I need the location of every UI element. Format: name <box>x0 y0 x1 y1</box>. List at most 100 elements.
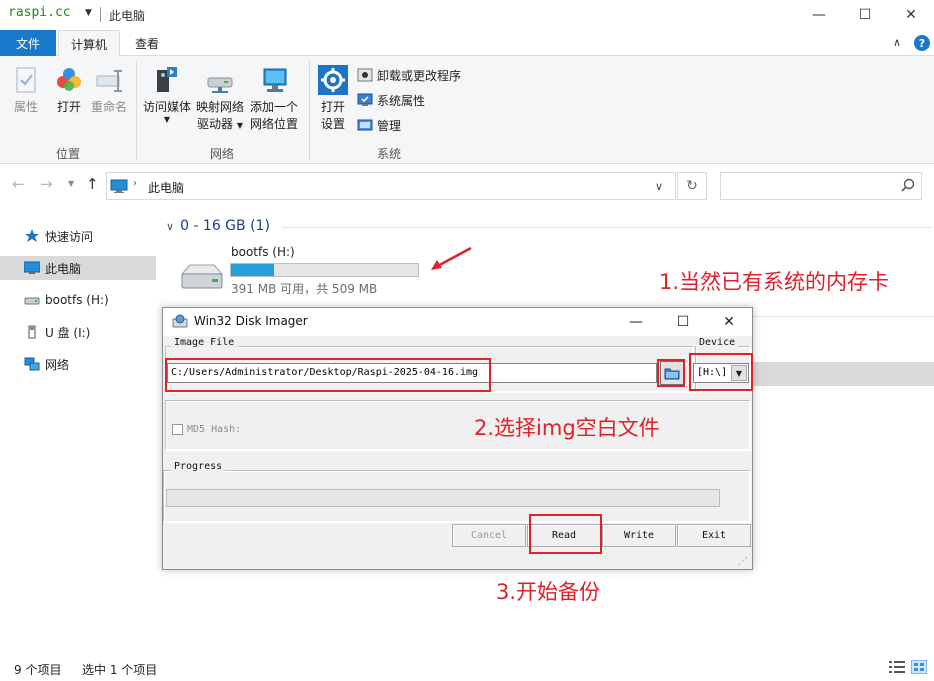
exit-button[interactable]: Exit <box>677 524 751 547</box>
selected-row-highlight[interactable] <box>752 362 934 386</box>
title-separator <box>100 7 101 22</box>
maximize-icon: ☐ <box>858 7 872 23</box>
add-location-label-2: 网络位置 <box>250 117 299 131</box>
recent-locations-chevron-icon[interactable]: ▼ <box>68 179 74 188</box>
disk-imager-dialog: Win32 Disk Imager — ☐ ✕ Image File C:/Us… <box>162 307 753 570</box>
address-bar[interactable]: › 此电脑 ∨ <box>106 172 676 200</box>
refresh-icon: ↻ <box>686 178 698 194</box>
uninstall-button[interactable]: 卸载或更改程序 <box>357 66 461 84</box>
dialog-close-button[interactable]: ✕ <box>706 308 752 336</box>
open-settings-button[interactable]: 打开 设置 <box>317 64 349 133</box>
selected-count: 选中 1 个项目 <box>82 663 158 677</box>
dialog-title: Win32 Disk Imager <box>194 314 308 328</box>
drive-usage-fill <box>231 264 274 276</box>
manage-label: 管理 <box>377 118 402 133</box>
sidebar-item-this-pc[interactable]: 此电脑 <box>0 256 156 280</box>
details-view-icon[interactable] <box>889 660 905 677</box>
annotation-box-browse <box>657 359 685 387</box>
rename-icon <box>93 64 125 96</box>
usb-drive-icon <box>24 324 40 340</box>
breadcrumb-chevron-icon[interactable]: › <box>133 178 137 189</box>
breadcrumb[interactable]: 此电脑 <box>148 179 184 196</box>
sidebar-item-usb-drive[interactable]: U 盘 (I:) <box>0 320 156 344</box>
drive-usage-bar <box>230 263 419 277</box>
sidebar-item-label: U 盘 (I:) <box>45 325 91 340</box>
manage-icon <box>357 117 373 133</box>
system-properties-button[interactable]: 系统属性 <box>357 91 461 109</box>
ribbon-collapse-chevron-icon[interactable]: ∧ <box>893 36 901 49</box>
tab-view[interactable]: 查看 <box>124 30 170 56</box>
address-dropdown-icon[interactable]: ∨ <box>655 180 663 193</box>
map-drive-icon <box>204 64 236 96</box>
dialog-minimize-button[interactable]: — <box>613 308 659 336</box>
sidebar-item-label: 网络 <box>45 357 70 372</box>
uninstall-icon <box>357 67 373 83</box>
device-label: Device <box>696 337 739 348</box>
hash-group <box>165 400 750 450</box>
drive-group-header[interactable]: ∨ 0 - 16 GB (1) <box>166 218 270 234</box>
item-count: 9 个项目 <box>14 663 62 677</box>
add-network-location-button[interactable]: 添加一个 网络位置 <box>250 64 298 133</box>
open-settings-label-1: 打开 <box>320 100 345 114</box>
help-icon[interactable]: ? <box>914 35 930 51</box>
minimize-button[interactable]: — <box>796 2 842 28</box>
tab-file[interactable]: 文件 <box>0 30 56 56</box>
quick-access-dropdown-icon[interactable]: ▼ <box>85 8 92 18</box>
forward-arrow-icon[interactable]: → <box>40 175 53 193</box>
add-network-location-icon <box>258 64 290 96</box>
access-media-button[interactable]: 访问媒体 ▼ <box>143 64 191 124</box>
drive-large-icon <box>178 262 224 295</box>
open-icon <box>53 64 85 96</box>
ribbon-tabs: 文件 计算机 查看 ∧ ? <box>0 30 934 57</box>
star-icon <box>24 228 40 244</box>
access-media-label: 访问媒体 <box>143 100 192 114</box>
ribbon: 属性 打开 重命名 位置 访问媒体 ▼ 映射网络 驱动器 ▼ 添加一个 网络位置 <box>0 56 934 164</box>
open-settings-label-2: 设置 <box>320 117 345 131</box>
dialog-maximize-button[interactable]: ☐ <box>660 308 706 336</box>
search-input[interactable] <box>720 172 922 200</box>
settings-gear-icon <box>317 64 349 96</box>
access-media-icon <box>151 64 183 96</box>
minimize-icon: — <box>812 7 826 23</box>
drive-name[interactable]: bootfs (H:) <box>231 245 295 259</box>
manage-button[interactable]: 管理 <box>357 116 461 134</box>
open-button[interactable]: 打开 <box>53 64 85 116</box>
window-title: 此电脑 <box>109 9 146 23</box>
chevron-down-icon: ∨ <box>166 219 175 233</box>
rename-button[interactable]: 重命名 <box>91 64 127 116</box>
title-bar: raspi.cc ▼ 此电脑 — ☐ ✕ <box>0 0 934 30</box>
sidebar-item-label: 快速访问 <box>45 229 94 244</box>
open-label: 打开 <box>56 100 81 114</box>
write-button[interactable]: Write <box>602 524 676 547</box>
group-divider <box>282 227 932 228</box>
resize-grip-icon[interactable]: ⋰ <box>738 556 750 568</box>
md5-checkbox[interactable] <box>172 424 183 435</box>
up-arrow-icon[interactable]: ↑ <box>86 175 99 193</box>
group-separator <box>309 60 310 160</box>
group-header-label: 0 - 16 GB (1) <box>180 218 270 234</box>
properties-icon <box>10 64 42 96</box>
tiles-view-icon[interactable] <box>910 659 928 677</box>
refresh-button[interactable]: ↻ <box>677 172 707 200</box>
maximize-button[interactable]: ☐ <box>842 2 888 28</box>
sidebar-item-quick-access[interactable]: 快速访问 <box>0 224 156 248</box>
annotation-box-read <box>529 514 602 554</box>
system-small-buttons: 卸载或更改程序 系统属性 管理 <box>357 66 461 134</box>
sidebar-item-label: bootfs (H:) <box>45 293 109 307</box>
sidebar-item-network[interactable]: 网络 <box>0 352 156 376</box>
computer-icon <box>23 260 41 276</box>
group-separator <box>136 60 137 160</box>
tab-computer[interactable]: 计算机 <box>58 30 120 57</box>
progress-bar <box>166 489 720 507</box>
properties-button[interactable]: 属性 <box>10 64 42 116</box>
close-button[interactable]: ✕ <box>888 2 934 28</box>
sidebar-item-bootfs[interactable]: bootfs (H:) <box>0 288 156 312</box>
system-properties-label: 系统属性 <box>377 93 426 108</box>
minimize-icon: — <box>629 314 643 330</box>
rename-label: 重命名 <box>91 100 128 114</box>
back-arrow-icon[interactable]: ← <box>12 175 25 193</box>
cancel-button[interactable]: Cancel <box>452 524 526 547</box>
annotation-arrow-icon <box>431 246 472 270</box>
map-network-drive-button[interactable]: 映射网络 驱动器 ▼ <box>196 64 244 134</box>
site-logo: raspi.cc <box>8 5 71 20</box>
